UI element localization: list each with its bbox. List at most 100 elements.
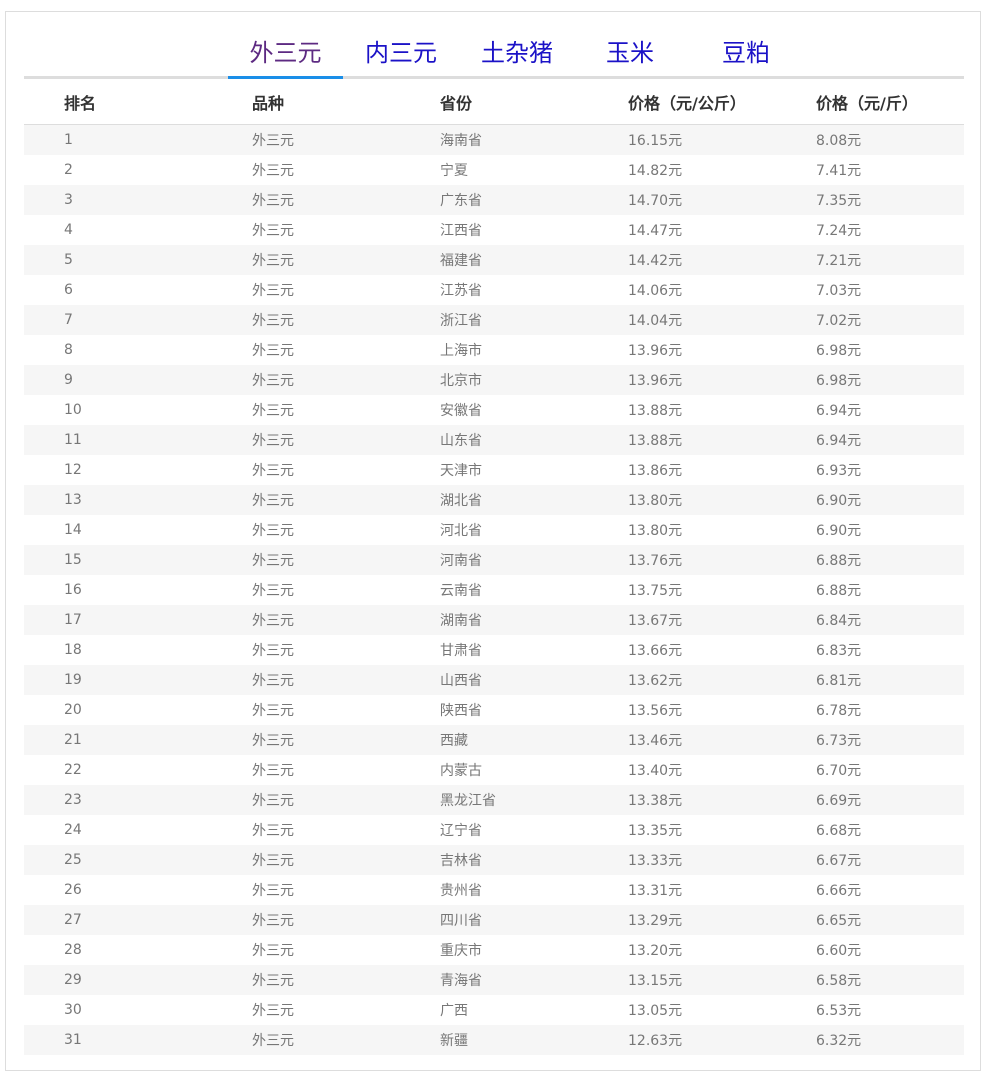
cell-rank: 11 xyxy=(24,425,252,455)
cell-province: 北京市 xyxy=(440,365,628,395)
cell-price-jin: 7.35元 xyxy=(816,185,964,215)
cell-province: 山东省 xyxy=(440,425,628,455)
cell-province: 吉林省 xyxy=(440,845,628,875)
cell-price-jin: 6.90元 xyxy=(816,485,964,515)
cell-price-kg: 13.33元 xyxy=(628,845,816,875)
cell-price-kg: 16.15元 xyxy=(628,124,816,155)
cell-province: 河南省 xyxy=(440,545,628,575)
cell-price-jin: 6.69元 xyxy=(816,785,964,815)
cell-price-jin: 6.32元 xyxy=(816,1025,964,1055)
cell-rank: 9 xyxy=(24,365,252,395)
cell-province: 天津市 xyxy=(440,463,482,479)
table-row: 21 外三元 西藏 13.46元 6.73元 xyxy=(24,725,964,755)
cell-price-kg: 13.29元 xyxy=(628,905,816,935)
cell-province: 山西省 xyxy=(440,665,628,695)
table-row: 29 外三元 青海省 13.15元 6.58元 xyxy=(24,965,964,995)
cell-rank: 18 xyxy=(64,642,82,658)
table-row: 20 外三元 陕西省 13.56元 6.78元 xyxy=(24,695,964,725)
table-row: 7 外三元 浙江省 14.04元 7.02元 xyxy=(24,305,964,335)
cell-rank: 4 xyxy=(64,222,73,238)
cell-province: 湖北省 xyxy=(440,485,628,515)
tab-yu-mi[interactable]: 玉米 xyxy=(595,30,665,76)
table-row: 13 外三元 湖北省 13.80元 6.90元 xyxy=(24,485,964,515)
header-variety: 品种 xyxy=(252,79,440,125)
cell-price-kg: 13.75元 xyxy=(628,583,683,599)
cell-price-kg: 13.20元 xyxy=(628,943,683,959)
cell-price-kg: 13.76元 xyxy=(628,545,816,575)
cell-price-kg: 13.67元 xyxy=(628,605,816,635)
cell-variety: 外三元 xyxy=(252,163,294,179)
cell-variety: 外三元 xyxy=(252,845,440,875)
cell-rank: 27 xyxy=(24,905,252,935)
cell-province: 湖南省 xyxy=(440,605,628,635)
cell-rank: 14 xyxy=(64,522,82,538)
table-header-row: 排名 品种 省份 价格（元/公斤） 价格（元/斤） xyxy=(24,79,964,125)
cell-price-kg: 13.80元 xyxy=(628,523,683,539)
cell-rank: 26 xyxy=(64,882,82,898)
cell-price-jin: 6.90元 xyxy=(816,523,862,539)
cell-price-jin: 6.68元 xyxy=(816,823,862,839)
cell-rank: 10 xyxy=(64,402,82,418)
table-row: 9 外三元 北京市 13.96元 6.98元 xyxy=(24,365,964,395)
cell-rank: 5 xyxy=(24,245,252,275)
cell-price-kg: 13.40元 xyxy=(628,763,683,779)
cell-province: 浙江省 xyxy=(440,305,628,335)
cell-rank: 31 xyxy=(24,1025,252,1055)
cell-variety: 外三元 xyxy=(252,463,294,479)
cell-province: 贵州省 xyxy=(440,883,482,899)
header-price-jin: 价格（元/斤） xyxy=(816,79,964,125)
cell-rank: 8 xyxy=(64,342,73,358)
cell-rank: 16 xyxy=(64,582,82,598)
cell-price-jin: 6.94元 xyxy=(816,425,964,455)
cell-price-kg: 13.88元 xyxy=(628,403,683,419)
cell-price-jin: 8.08元 xyxy=(816,124,964,155)
cell-province: 四川省 xyxy=(440,905,628,935)
cell-variety: 外三元 xyxy=(252,605,440,635)
header-rank: 排名 xyxy=(24,79,252,125)
table-row: 15 外三元 河南省 13.76元 6.88元 xyxy=(24,545,964,575)
cell-province: 福建省 xyxy=(440,245,628,275)
tab-wai-san-yuan[interactable]: 外三元 xyxy=(228,30,343,79)
cell-province: 江西省 xyxy=(440,223,482,239)
table-row: 25 外三元 吉林省 13.33元 6.67元 xyxy=(24,845,964,875)
table-row: 27 外三元 四川省 13.29元 6.65元 xyxy=(24,905,964,935)
cell-price-kg: 13.35元 xyxy=(628,823,683,839)
cell-price-jin: 6.88元 xyxy=(816,545,964,575)
cell-rank: 6 xyxy=(64,282,73,298)
cell-rank: 20 xyxy=(64,702,82,718)
cell-price-jin: 7.03元 xyxy=(816,283,862,299)
cell-price-jin: 7.24元 xyxy=(816,223,862,239)
cell-variety: 外三元 xyxy=(252,943,294,959)
cell-province: 新疆 xyxy=(440,1025,628,1055)
cell-price-jin: 7.21元 xyxy=(816,245,964,275)
cell-rank: 7 xyxy=(24,305,252,335)
table-row: 28 外三元 重庆市 13.20元 6.60元 xyxy=(24,935,964,965)
cell-price-kg: 13.31元 xyxy=(628,883,683,899)
cell-price-jin: 6.81元 xyxy=(816,665,964,695)
cell-province: 宁夏 xyxy=(440,163,468,179)
cell-price-kg: 12.63元 xyxy=(628,1025,816,1055)
cell-price-jin: 6.98元 xyxy=(816,365,964,395)
table-row: 30 外三元 广西 13.05元 6.53元 xyxy=(24,995,964,1025)
cell-rank: 19 xyxy=(24,665,252,695)
tab-nei-san-yuan[interactable]: 内三元 xyxy=(354,30,448,76)
cell-province: 青海省 xyxy=(440,965,628,995)
cell-variety: 外三元 xyxy=(252,545,440,575)
cell-province: 重庆市 xyxy=(440,943,482,959)
cell-variety: 外三元 xyxy=(252,965,440,995)
cell-price-kg: 13.88元 xyxy=(628,425,816,455)
cell-province: 内蒙古 xyxy=(440,763,482,779)
tab-tu-za-zhu[interactable]: 土杂猪 xyxy=(467,30,567,76)
table-row: 10 外三元 安徽省 13.88元 6.94元 xyxy=(24,395,964,425)
cell-rank: 24 xyxy=(64,822,82,838)
cell-price-jin: 6.53元 xyxy=(816,1003,862,1019)
cell-province: 甘肃省 xyxy=(440,643,482,659)
table-row: 19 外三元 山西省 13.62元 6.81元 xyxy=(24,665,964,695)
cell-price-kg: 13.05元 xyxy=(628,1003,683,1019)
cell-province: 云南省 xyxy=(440,583,482,599)
cell-price-kg: 14.82元 xyxy=(628,163,683,179)
cell-price-jin: 7.41元 xyxy=(816,163,862,179)
header-price-kg: 价格（元/公斤） xyxy=(628,79,816,125)
table-row: 6 外三元 江苏省 14.06元 7.03元 xyxy=(24,275,964,305)
tab-dou-po[interactable]: 豆粕 xyxy=(706,30,786,76)
